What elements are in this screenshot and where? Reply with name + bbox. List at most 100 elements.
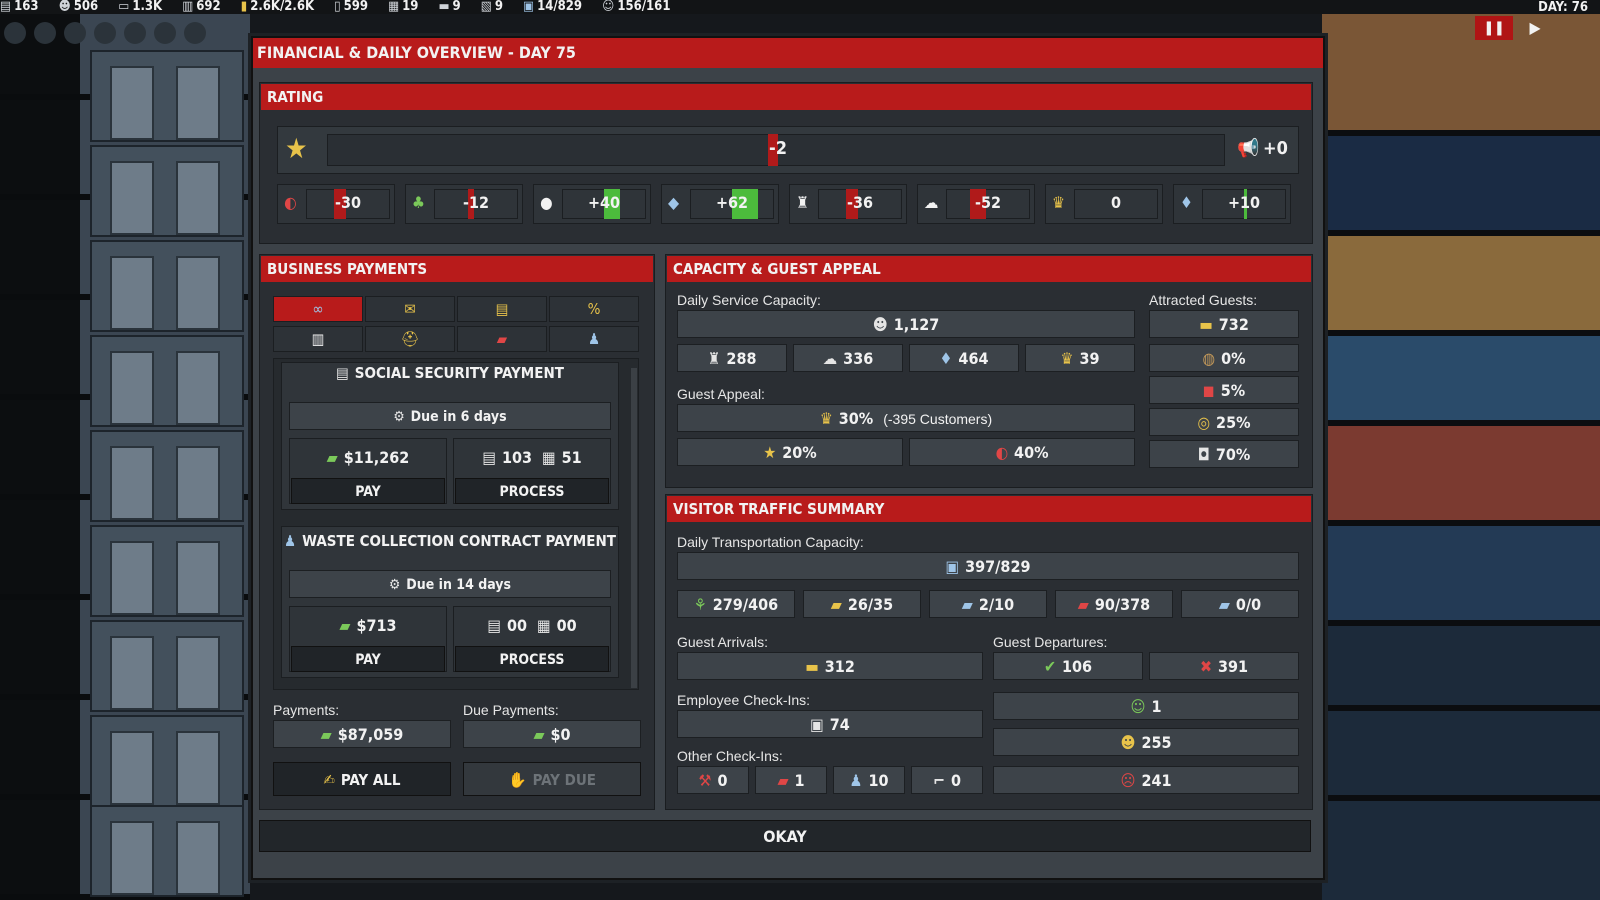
infinity-icon: ∞ [312, 300, 324, 318]
star-icon: ★ [763, 443, 777, 462]
power-icon: ▮ [240, 0, 248, 14]
hud-stat: ▧ 9 [480, 0, 503, 14]
staff-icon: ☻ [872, 315, 888, 334]
bag-icon: ♟ [849, 771, 863, 790]
process-button[interactable]: PROCESS [455, 478, 609, 504]
dialog-title: FINANCIAL & DAILY OVERVIEW - DAY 75 [253, 38, 1323, 68]
daily-capacity-label: Daily Service Capacity: [677, 292, 821, 308]
tool-icon[interactable] [4, 22, 26, 44]
taxi-icon: ▰ [830, 595, 842, 614]
tool-icon[interactable] [124, 22, 146, 44]
tab-all[interactable]: ∞ [273, 296, 363, 322]
elevator-shaft [90, 335, 244, 427]
tool-icon[interactable] [184, 22, 206, 44]
truck-icon: ▰ [496, 330, 508, 348]
rating-cell-luxury[interactable]: ◆ +62 [661, 184, 779, 224]
pay-all-button[interactable]: ✍ PAY ALL [273, 762, 451, 796]
hud-stat: ▥ 692 [182, 0, 221, 14]
person-icon: ☻ [58, 0, 71, 14]
clock-icon: ⚙ [388, 577, 401, 593]
capacity-title: CAPACITY & GUEST APPEAL [667, 256, 1311, 282]
tab-waste[interactable]: ♟ [549, 326, 639, 352]
transport-bus: ▰ 90/378 [1055, 590, 1173, 618]
wallet-icon: ▬ [1199, 315, 1213, 334]
signature-icon: ✍ [323, 771, 335, 789]
transport-walk: ⚘ 279/406 [677, 590, 795, 618]
pay-due-button[interactable]: ✋ PAY DUE [463, 762, 641, 796]
top-hud: ▤ 163 ☻ 506 ▭ 1.3K ▥ 692 ▮ 2.6K/2.6K ▯ 599 ▦ 19… [0, 0, 1600, 14]
bed-icon: ▭ [118, 0, 130, 14]
pay-button[interactable]: PAY [291, 646, 445, 672]
gun-icon: ⌐ [932, 771, 946, 790]
scrollbar[interactable] [631, 368, 637, 688]
neutral-face-icon: ☻ [1120, 733, 1136, 752]
transport-car: ▰ 2/10 [929, 590, 1047, 618]
truck-icon: ▰ [777, 771, 789, 790]
cash-icon: ▰ [533, 725, 545, 744]
hud-stat: ▬ 9 [438, 0, 461, 14]
guest-appeal-label: Guest Appeal: [677, 386, 765, 402]
tool-icon[interactable] [154, 22, 176, 44]
capacity-service: ♦ 464 [909, 344, 1019, 372]
due-payments-label: Due Payments: [463, 702, 559, 718]
rating-cell-plant[interactable]: ♣ -12 [405, 184, 523, 224]
tab-delivery[interactable]: ▰ [457, 326, 547, 352]
mood-angry: ☹ 241 [993, 766, 1299, 794]
tab-tax[interactable]: % [549, 296, 639, 322]
tab-social[interactable]: ▤ [457, 296, 547, 322]
tab-bank[interactable]: ▥ [273, 326, 363, 352]
train-icon: ▰ [1218, 595, 1230, 614]
cloud-icon: ☁ [924, 193, 939, 212]
capacity-entertainment: ♛ 39 [1025, 344, 1135, 372]
pause-button[interactable]: ❚❚ [1475, 16, 1513, 40]
check-icon: ✔ [1043, 657, 1056, 676]
due-date: ⚙ Due in 6 days [289, 402, 611, 430]
business-title: BUSINESS PAYMENTS [261, 256, 653, 282]
tool-icon[interactable] [64, 22, 86, 44]
capacity-cleaning: ☁ 336 [793, 344, 903, 372]
doc-icon: ▤ [0, 0, 12, 14]
mood-happy: ☺ 1 [993, 692, 1299, 720]
attracted-tier-1: ◍ 0% [1149, 344, 1299, 372]
promo-value: +0 [1263, 138, 1288, 159]
rating-cell-service[interactable]: ♦ +10 [1173, 184, 1291, 224]
employee-checkins-value: ▣ 74 [677, 710, 983, 738]
rating-cell-cleanliness[interactable]: ☁ -52 [917, 184, 1035, 224]
walker-icon: ⚘ [693, 595, 707, 614]
pay-button[interactable]: PAY [291, 478, 445, 504]
elevator-shaft [90, 805, 244, 897]
due-date: ⚙ Due in 14 days [289, 570, 611, 598]
rating-cell-entertainment[interactable]: ♛ 0 [1045, 184, 1163, 224]
okay-button[interactable]: OKAY [259, 820, 1311, 852]
process-button[interactable]: PROCESS [455, 646, 609, 672]
employee-checkins-label: Employee Check-Ins: [677, 692, 811, 708]
daily-capacity-value: ☻ 1,127 [677, 310, 1135, 338]
rating-cell-food[interactable]: ♜ -36 [789, 184, 907, 224]
transport-taxi: ▰ 26/35 [803, 590, 921, 618]
payments-label: Payments: [273, 702, 340, 718]
hud-stat: ▯ 599 [334, 0, 368, 14]
guest-departures-label: Guest Departures: [993, 634, 1108, 650]
tool-icon[interactable] [94, 22, 116, 44]
gem-icon: ♦ [939, 349, 953, 368]
tab-construction[interactable]: ⛑ [365, 326, 455, 352]
bag-icon: ♟ [284, 532, 297, 550]
financial-overview-dialog: FINANCIAL & DAILY OVERVIEW - DAY 75 RATI… [251, 36, 1325, 880]
checkin-delivery: ▰ 1 [755, 766, 827, 794]
payments-total: ▰ $87,059 [273, 720, 451, 748]
rating-main-value: -2 [769, 138, 787, 159]
play-button[interactable]: ▶ [1520, 16, 1550, 40]
attracted-guests-value: ▬ 732 [1149, 310, 1299, 338]
traffic-title: VISITOR TRAFFIC SUMMARY [667, 496, 1311, 522]
other-checkins-label: Other Check-Ins: [677, 748, 783, 764]
toolbar [0, 20, 250, 48]
rating-cell-gauge[interactable]: ◐ -30 [277, 184, 395, 224]
rating-cell-security[interactable]: ● +40 [533, 184, 651, 224]
x-icon: ✖ [1199, 657, 1212, 676]
water-icon: ▯ [334, 0, 341, 14]
tool-icon[interactable] [34, 22, 56, 44]
tab-mail[interactable]: ✉ [365, 296, 455, 322]
bus-icon: ▰ [1077, 595, 1089, 614]
safe-icon: ◘ [1197, 445, 1210, 464]
appeal-rating: ★ 20% [677, 438, 903, 466]
